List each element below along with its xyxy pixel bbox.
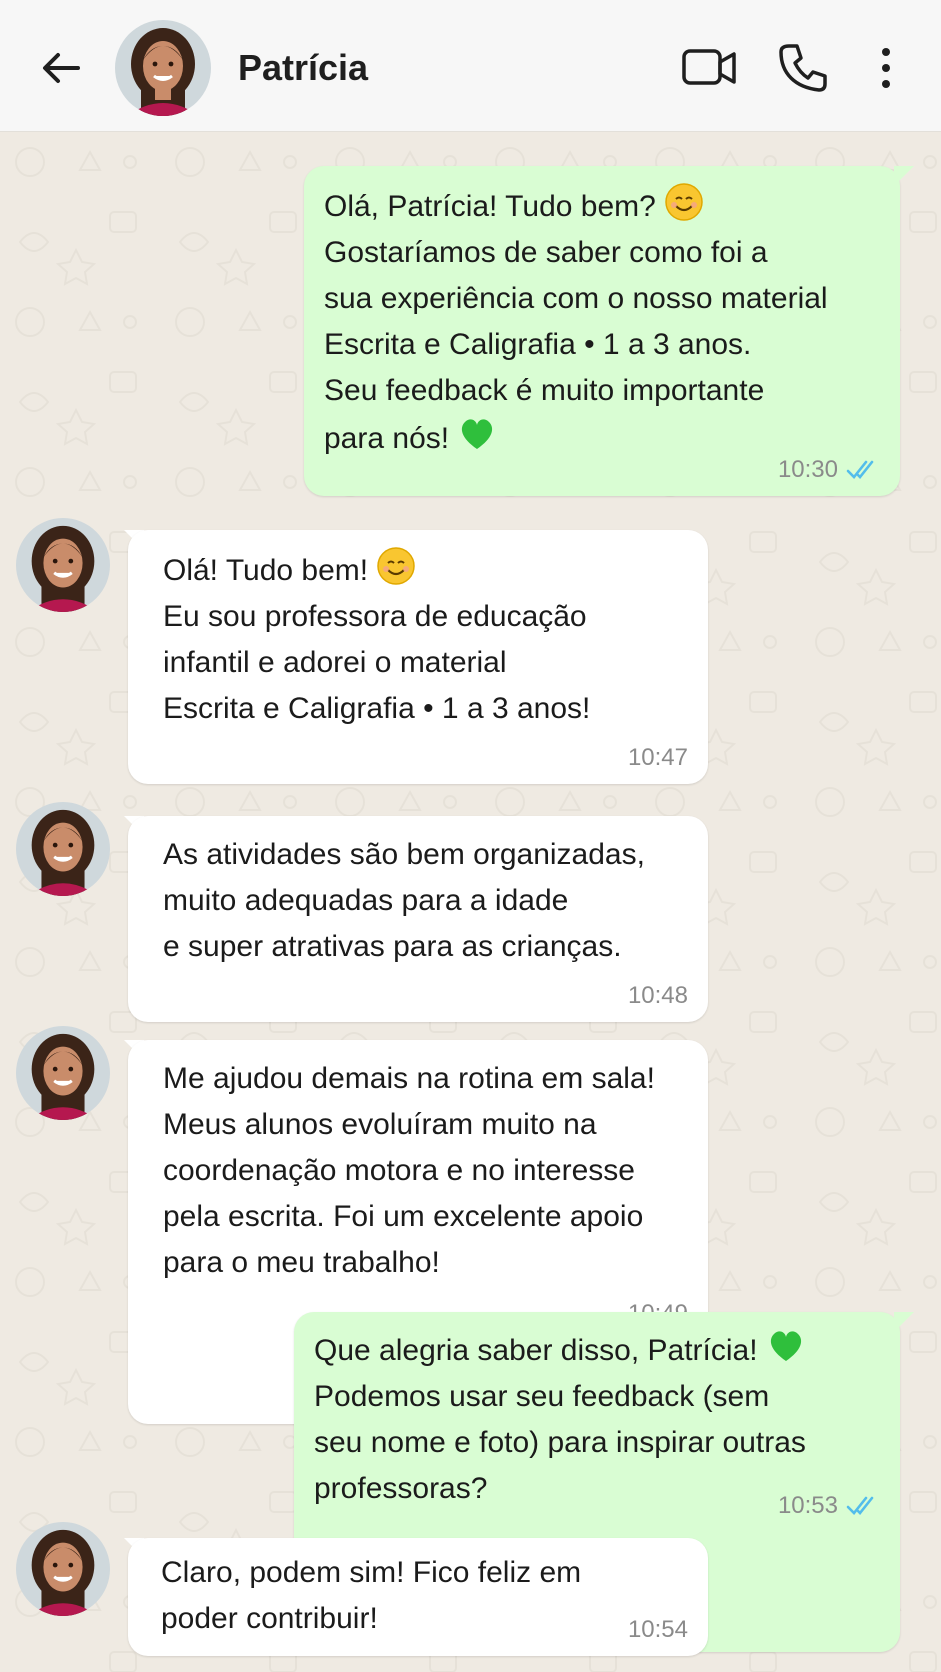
message-incoming[interactable]: Olá! Tudo bem! Eu sou professora de educ… [128,530,708,784]
message-text: e super atrativas para as crianças. [163,930,622,963]
voice-call-button[interactable] [775,40,831,96]
message-text: coordenação motora e no interesse [163,1154,635,1187]
message-time: 10:47 [627,744,688,771]
message-time: 10:53 [777,1492,838,1519]
sender-avatar[interactable] [16,518,110,612]
message-meta: 10:30 [778,456,880,484]
message-text: Que alegria saber disso, Patrícia! [314,1334,758,1367]
video-camera-icon [682,49,736,85]
message-meta: 10:53 [778,1492,880,1520]
message-text: As atividades são bem organizadas, [163,838,645,871]
message-time: 10:30 [777,456,838,483]
message-text: sua experiência com o nosso material [324,282,828,315]
chat-area[interactable]: Olá, Patrícia! Tudo bem? Gostaríamos de … [0,132,941,1672]
message-text: pela escrita. Foi um excelente apoio [163,1200,644,1233]
double-check-read-icon [846,460,874,479]
sender-avatar[interactable] [16,1026,110,1120]
green-heart-emoji-icon [462,419,493,449]
message-text: Eu sou professora de educação [163,600,587,633]
message-incoming[interactable]: As atividades são bem organizadas, muito… [128,816,708,1022]
message-text: para nós! [324,422,450,455]
more-options-button[interactable] [868,42,904,94]
message-text: Podemos usar seu feedback (sem [314,1380,770,1413]
message-text: seu nome e foto) para inspirar outras [314,1426,806,1459]
smiling-face-emoji-icon [377,547,416,585]
message-text: infantil e adorei o material [163,646,507,679]
message-text: Me ajudou demais na rotina em sala! [163,1062,655,1095]
message-text: Claro, podem sim! Fico feliz em [161,1556,582,1589]
more-vertical-icon [882,48,890,88]
sender-avatar[interactable] [16,1522,110,1616]
message-text: Olá, Patrícia! Tudo bem? [324,190,656,223]
message-text: muito adequadas para a idade [163,884,569,917]
message-text: Gostaríamos de saber como foi a [324,236,768,269]
message-text: Escrita e Caligrafia • 1 a 3 anos. [324,328,752,361]
message-outgoing[interactable]: Olá, Patrícia! Tudo bem? Gostaríamos de … [304,166,900,496]
phone-icon [779,44,827,92]
bubble-tail [894,1312,914,1332]
video-call-button[interactable] [680,42,740,94]
message-time: 10:48 [627,982,688,1009]
double-check-read-icon [846,1496,874,1515]
smiling-face-emoji-icon [665,183,703,221]
message-text: poder contribuir! [161,1602,378,1635]
message-incoming[interactable]: Claro, podem sim! Fico feliz em poder co… [128,1538,708,1656]
bubble-tail [894,166,914,186]
message-meta: 10:54 [628,1616,688,1644]
message-text: Escrita e Caligrafia • 1 a 3 anos! [163,692,591,725]
sender-avatar[interactable] [16,802,110,896]
chat-header: Patrícia [0,0,941,132]
contact-avatar[interactable] [115,20,211,116]
arrow-left-icon [43,53,80,83]
green-heart-emoji-icon [770,1331,802,1361]
message-text: Seu feedback é muito importante [324,374,765,407]
message-time: 10:54 [627,1616,688,1643]
contact-name[interactable]: Patrícia [238,44,368,92]
message-meta: 10:47 [628,744,688,772]
message-meta: 10:48 [628,982,688,1010]
message-text: Meus alunos evoluíram muito na [163,1108,597,1141]
message-text: para o meu trabalho! [163,1246,440,1279]
message-text: Olá! Tudo bem! [163,554,369,587]
back-button[interactable] [38,44,86,92]
